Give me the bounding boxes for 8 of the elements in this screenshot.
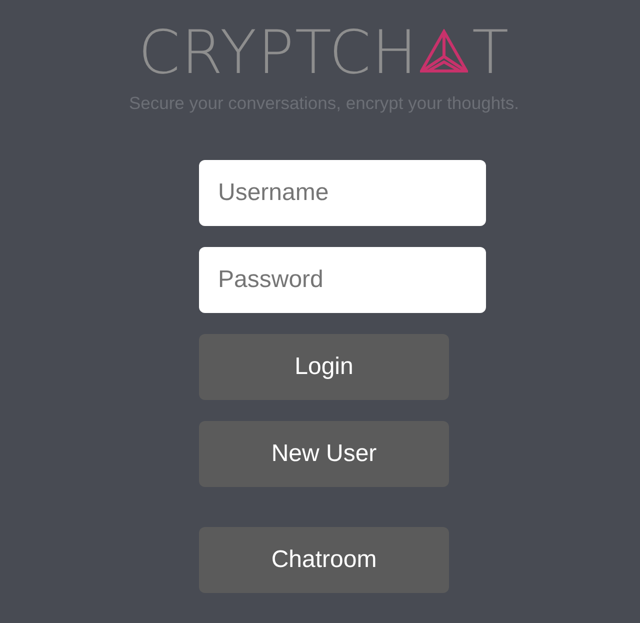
input-field[interactable]: Username <box>199 160 486 226</box>
triangle-logo-icon <box>420 29 468 73</box>
action-button[interactable]: Login <box>199 334 449 400</box>
logo-wordmark: CRYPTCH <box>138 18 418 88</box>
input-field[interactable]: Password <box>199 247 486 313</box>
action-button[interactable]: New User <box>199 421 449 487</box>
logo-wordmark: T <box>472 18 510 88</box>
chatroom-button[interactable]: Chatroom <box>199 527 449 593</box>
